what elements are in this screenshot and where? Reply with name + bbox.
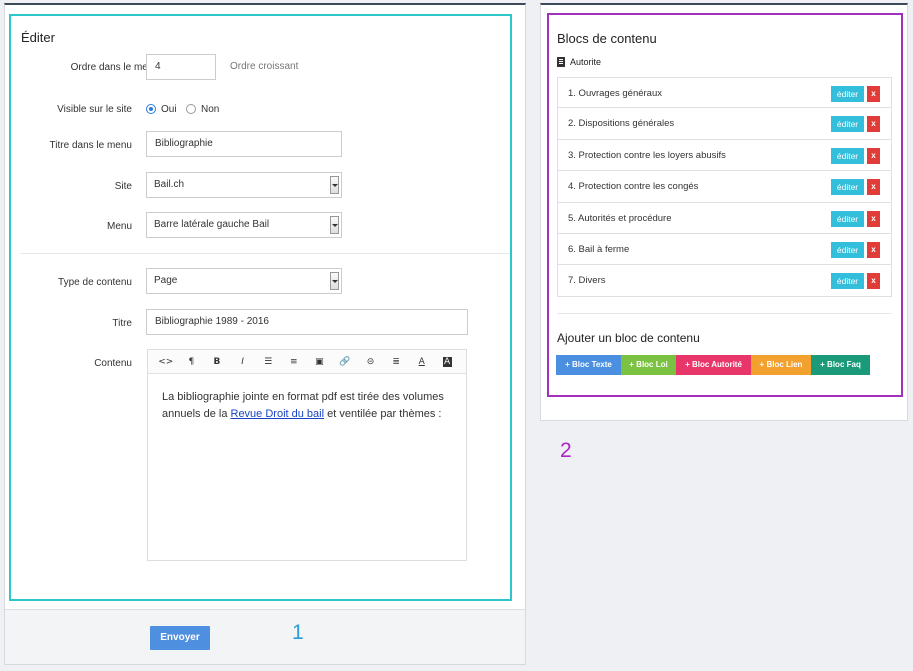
add-block-button-5[interactable]: + Bloc Faq	[811, 355, 870, 375]
order-input[interactable]: 4	[146, 54, 216, 80]
attach-icon[interactable]: 🔗	[332, 357, 358, 367]
chevron-down-icon	[330, 176, 339, 194]
link-icon[interactable]: ⊝	[358, 357, 384, 367]
form-divider	[20, 253, 510, 254]
paragraph-icon[interactable]: ¶	[179, 357, 205, 367]
group-label: Autorite	[570, 57, 602, 67]
text-color-icon[interactable]: A	[409, 357, 435, 367]
add-block-button-4[interactable]: + Bloc Lien	[751, 355, 811, 375]
image-icon[interactable]: ▣	[307, 357, 333, 367]
content-type-select[interactable]: Page	[146, 268, 342, 294]
menu-title-input[interactable]: Bibliographie	[146, 131, 342, 157]
block-label: 1. Ouvrages généraux	[568, 88, 663, 99]
delete-block-button[interactable]: x	[867, 116, 880, 133]
add-block-button-3[interactable]: + Bloc Autorité	[676, 355, 751, 375]
list-item: 4. Protection contre les congés éditer x	[557, 171, 892, 203]
title-input[interactable]: Bibliographie 1989 - 2016	[146, 309, 468, 335]
content-type-label: Type de contenu	[58, 277, 132, 288]
align-icon[interactable]: ≣	[383, 357, 409, 367]
blocks-list: 1. Ouvrages généraux éditer x 2. Dispositio…	[557, 77, 892, 297]
edit-block-button[interactable]: éditer	[831, 86, 864, 102]
chevron-down-icon	[330, 216, 339, 234]
visible-yes-label: Oui	[161, 104, 177, 115]
edit-block-button[interactable]: éditer	[831, 210, 864, 227]
visible-yes-radio[interactable]	[146, 104, 156, 114]
menu-title-label: Titre dans le menu	[49, 140, 132, 151]
annotation-number-1: 1	[292, 621, 304, 644]
visible-label: Visible sur le site	[57, 104, 132, 115]
site-select-value: Bail.ch	[154, 179, 185, 190]
add-block-title: Ajouter un bloc de contenu	[557, 331, 700, 345]
edit-block-button[interactable]: éditer	[831, 273, 864, 290]
add-block-button-2[interactable]: + Bloc Loi	[621, 355, 676, 375]
block-label: 2. Dispositions générales	[568, 118, 675, 130]
code-icon[interactable]: <>	[153, 357, 179, 367]
block-label: 5. Autorités et procédure	[568, 212, 672, 224]
bold-icon[interactable]: B	[204, 357, 230, 367]
block-label: 3. Protection contre les loyers abusifs	[568, 149, 726, 161]
list-item: 5. Autorités et procédure éditer x	[557, 202, 892, 234]
blocks-divider	[557, 313, 892, 314]
delete-block-button[interactable]: x	[867, 86, 880, 102]
order-hint: Ordre croissant	[230, 61, 299, 72]
list-item: 6. Bail à ferme éditer x	[557, 233, 892, 266]
numbered-list-icon[interactable]: ≡	[281, 357, 307, 367]
content-type-select-value: Page	[154, 275, 178, 286]
building-icon	[557, 57, 565, 67]
annotation-number-2: 2	[560, 439, 572, 462]
edit-block-button[interactable]: éditer	[831, 241, 864, 258]
chevron-down-icon	[330, 272, 339, 290]
rich-text-editor[interactable]: <> ¶ B I ☰ ≡ ▣ 🔗 ⊝ ≣ A A La bibliographie jointe en…	[147, 349, 467, 561]
site-label: Site	[114, 181, 132, 192]
editor-title: Éditer	[21, 30, 55, 45]
revue-droit-du-bail-link[interactable]: Revue Droit du bail	[231, 408, 325, 420]
list-item: 1. Ouvrages généraux éditer x	[557, 77, 892, 109]
order-label: Ordre dans le menu	[70, 62, 159, 73]
content-label: Contenu	[94, 358, 132, 369]
blocks-title: Blocs de contenu	[557, 31, 657, 46]
edit-block-button[interactable]: éditer	[831, 179, 864, 196]
block-label: 6. Bail à ferme	[568, 243, 630, 255]
title-label: Titre	[112, 318, 132, 329]
site-select[interactable]: Bail.ch	[146, 172, 342, 198]
edit-block-button[interactable]: éditer	[831, 116, 864, 133]
menu-select-value: Barre latérale gauche Bail	[154, 219, 270, 230]
block-label: 4. Protection contre les congés	[568, 181, 699, 193]
add-block-button-1[interactable]: + Bloc Texte	[556, 355, 621, 375]
editor-content[interactable]: La bibliographie jointe en format pdf es…	[148, 374, 466, 438]
visible-no-radio[interactable]	[186, 104, 196, 114]
delete-block-button[interactable]: x	[867, 210, 880, 227]
group-header: Autorite	[557, 57, 601, 67]
editor-text: et ventilée par thèmes :	[324, 408, 442, 420]
menu-label: Menu	[106, 221, 132, 232]
block-label: 7. Divers	[568, 275, 606, 287]
italic-icon[interactable]: I	[230, 357, 256, 367]
visible-no-label: Non	[201, 104, 220, 115]
editor-footer	[5, 609, 525, 664]
menu-select[interactable]: Barre latérale gauche Bail	[146, 212, 342, 238]
edit-block-button[interactable]: éditer	[831, 147, 864, 164]
list-item: 3. Protection contre les loyers abusifs é…	[557, 139, 892, 172]
delete-block-button[interactable]: x	[867, 179, 880, 196]
delete-block-button[interactable]: x	[867, 147, 880, 164]
delete-block-button[interactable]: x	[867, 241, 880, 258]
list-item: 7. Divers éditer x	[557, 265, 892, 297]
editor-toolbar: <> ¶ B I ☰ ≡ ▣ 🔗 ⊝ ≣ A A	[148, 350, 466, 374]
submit-button[interactable]: Envoyer	[150, 626, 210, 650]
background-color-icon[interactable]: A	[442, 356, 452, 367]
bullet-list-icon[interactable]: ☰	[255, 357, 281, 367]
delete-block-button[interactable]: x	[867, 273, 880, 290]
list-item: 2. Dispositions générales éditer x	[557, 108, 892, 140]
